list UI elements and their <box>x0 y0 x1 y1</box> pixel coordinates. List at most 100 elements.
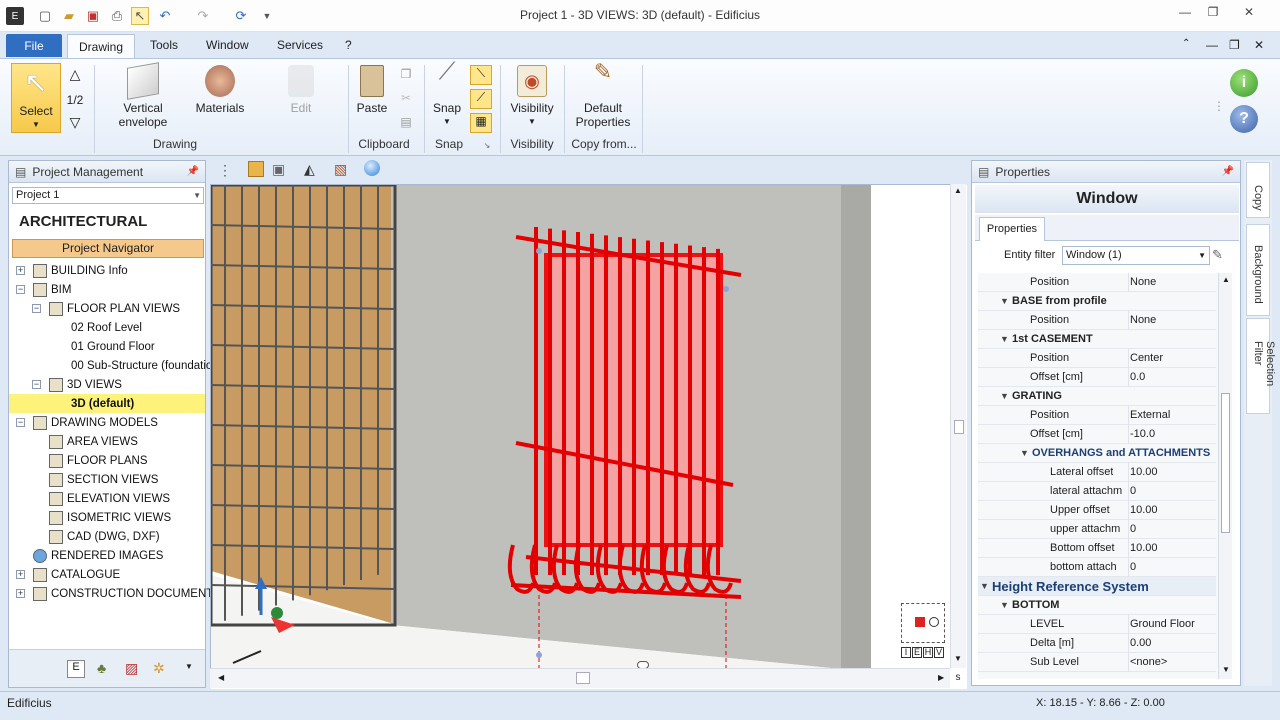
tree-item[interactable]: SECTION VIEWS <box>49 470 158 489</box>
collapse-chevron-icon[interactable]: ▼ <box>980 581 989 591</box>
tree-item[interactable]: DRAWING MODELS <box>33 413 158 432</box>
chart-icon[interactable]: ▨ <box>125 660 138 677</box>
tree-item[interactable]: 01 Ground Floor <box>71 337 155 356</box>
collapse-chevron-icon[interactable]: ▼ <box>1020 448 1029 458</box>
copy-icon[interactable]: ❐ <box>398 67 414 81</box>
tab-tools[interactable]: Tools <box>150 38 178 52</box>
scroll-thumb[interactable] <box>1221 393 1230 533</box>
tree-item[interactable]: RENDERED IMAGES <box>33 546 163 565</box>
property-row[interactable]: Lateral offset 10.00 <box>978 462 1216 482</box>
scroll-thumb[interactable] <box>576 672 590 684</box>
collapse-chevron-icon[interactable]: ▼ <box>1000 600 1009 610</box>
layers-icon[interactable]: ▧ <box>334 161 347 178</box>
property-value[interactable]: -10.0 <box>1128 424 1214 444</box>
property-value[interactable]: 0 <box>1128 519 1214 539</box>
property-value[interactable]: 0 <box>1128 557 1214 577</box>
property-value[interactable]: Ground Floor <box>1128 614 1214 634</box>
triangle-down-icon[interactable]: ▽ <box>68 115 82 129</box>
tree-item[interactable]: ISOMETRIC VIEWS <box>49 508 171 527</box>
settings-icon[interactable]: ✲ <box>153 660 165 677</box>
view-cube-button[interactable]: I <box>901 647 911 658</box>
tab-drawing[interactable]: Drawing <box>67 34 135 59</box>
collapse-chevron-icon[interactable]: ▼ <box>1000 334 1009 344</box>
property-value[interactable]: Center <box>1128 348 1214 368</box>
property-row[interactable]: Offset [cm] 0.0 <box>978 367 1216 387</box>
property-section[interactable]: OVERHANGS and ATTACHMENTS ▼ <box>978 444 1216 463</box>
tab-window[interactable]: Window <box>206 38 249 52</box>
vertical-scrollbar[interactable]: ▲ ▼ <box>950 184 966 668</box>
property-section[interactable]: GRATING ▼ <box>978 387 1216 406</box>
snap-endpoint-icon[interactable]: ⟍ <box>470 65 492 85</box>
close-button[interactable]: ✕ <box>1234 4 1264 20</box>
view-cube-button[interactable]: H <box>923 647 933 658</box>
tree-item[interactable]: AREA VIEWS <box>49 432 138 451</box>
property-row[interactable]: upper attachm 0 <box>978 519 1216 539</box>
side-tab-background[interactable]: Background <box>1246 224 1270 316</box>
expand-toggle-icon[interactable]: + <box>16 589 25 598</box>
tree-item[interactable]: CATALOGUE <box>33 565 120 584</box>
tree-item[interactable]: FLOOR PLANS <box>49 451 148 470</box>
select-button[interactable]: ↖ Select ▼ <box>11 63 61 133</box>
side-tab-selection-filter[interactable]: Selection Filter <box>1246 318 1276 414</box>
scroll-right-icon[interactable]: ▶ <box>938 673 944 682</box>
tab-services[interactable]: Services <box>277 38 323 52</box>
doc-close-icon[interactable]: ✕ <box>1254 38 1264 52</box>
snap-line-icon[interactable]: ⟋ <box>470 89 492 109</box>
tab-properties[interactable]: Properties <box>979 217 1045 241</box>
property-value[interactable]: External <box>1128 405 1214 425</box>
snap-button[interactable]: ⟋ Snap ▼ <box>430 60 464 129</box>
view-cube-face[interactable] <box>915 617 925 627</box>
property-row[interactable]: Delta [m] 0.00 <box>978 633 1216 653</box>
half-button[interactable]: 1/2 <box>64 93 86 107</box>
collapse-chevron-icon[interactable]: ▼ <box>1000 391 1009 401</box>
triangle-up-icon[interactable]: △ <box>68 67 82 81</box>
scroll-left-icon[interactable]: ◀ <box>218 673 224 682</box>
logo-tool-icon[interactable]: E <box>67 660 85 678</box>
plant-icon[interactable]: ♣ <box>97 660 106 676</box>
view-cube[interactable]: IEHV <box>901 603 947 661</box>
3d-scene[interactable] <box>209 183 967 689</box>
property-value[interactable]: 0 <box>1128 481 1214 501</box>
property-row[interactable]: lateral attachm 0 <box>978 481 1216 501</box>
default-properties-button[interactable]: ✎ Default Properties <box>570 61 636 130</box>
box-icon[interactable] <box>248 161 264 177</box>
property-section[interactable]: Height Reference System ▼ <box>978 577 1216 596</box>
snap-grid-icon[interactable]: ▦ <box>470 113 492 133</box>
tree-item[interactable]: ELEVATION VIEWS <box>49 489 170 508</box>
view-cube-button[interactable]: E <box>912 647 922 658</box>
ribbon-collapse-icon[interactable]: ⌃ <box>1182 38 1190 49</box>
pin-icon[interactable]: 📌 <box>187 166 199 177</box>
split-icon[interactable]: s <box>950 670 966 688</box>
property-value[interactable]: None <box>1128 273 1214 292</box>
doc-restore-icon[interactable]: ❐ <box>1229 38 1240 52</box>
property-value[interactable]: 0.0 <box>1128 367 1214 387</box>
collapse-chevron-icon[interactable]: ▼ <box>1000 296 1009 306</box>
tree-item[interactable]: BIM <box>33 280 71 299</box>
scroll-thumb[interactable] <box>954 420 964 434</box>
project-navigator-button[interactable]: Project Navigator <box>12 239 204 258</box>
property-value[interactable]: 10.00 <box>1128 500 1214 520</box>
info-icon[interactable]: i <box>1230 69 1258 97</box>
tree-item[interactable]: BUILDING Info <box>33 261 128 280</box>
render-icon[interactable] <box>364 160 380 176</box>
scroll-down-icon[interactable]: ▼ <box>954 654 962 663</box>
tree-item[interactable]: CAD (DWG, DXF) <box>49 527 160 546</box>
visibility-button[interactable]: ◉ Visibility ▼ <box>506 65 558 129</box>
property-section[interactable]: BOTTOM ▼ <box>978 596 1216 615</box>
view-cube-button[interactable]: V <box>934 647 944 658</box>
expand-toggle-icon[interactable]: − <box>32 380 41 389</box>
property-row[interactable]: bottom attach 0 <box>978 557 1216 577</box>
entity-filter-select[interactable]: Window (1) ▼ <box>1062 246 1210 265</box>
properties-scrollbar[interactable]: ▲ ▼ <box>1218 273 1232 679</box>
property-row[interactable]: Sub Level <none> <box>978 652 1216 672</box>
edit-button[interactable]: Edit <box>276 65 326 115</box>
property-section[interactable]: BASE from profile ▼ <box>978 292 1216 311</box>
property-value[interactable]: 0.00 <box>1128 633 1214 653</box>
paste-special-icon[interactable]: ▤ <box>398 115 414 129</box>
file-tab[interactable]: File <box>6 34 62 57</box>
tree-item[interactable]: FLOOR PLAN VIEWS <box>49 299 180 318</box>
expand-toggle-icon[interactable]: − <box>16 285 25 294</box>
property-row[interactable]: Upper offset 10.00 <box>978 500 1216 520</box>
scroll-down-icon[interactable]: ▼ <box>1222 665 1230 674</box>
horizontal-scrollbar[interactable]: ◀ ▶ <box>210 668 950 688</box>
